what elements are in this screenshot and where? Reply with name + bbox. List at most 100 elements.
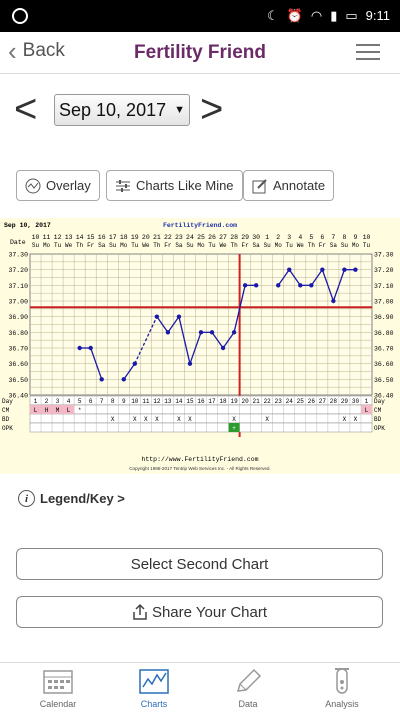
cycle-day-label: 4 (67, 398, 71, 405)
tab-calendar[interactable]: Calendar (8, 663, 108, 712)
date-tick-label: 24 (186, 234, 194, 241)
share-chart-button[interactable]: Share Your Chart (16, 596, 383, 628)
date-row-label: Date (10, 239, 26, 246)
date-tick-label: 19 (131, 234, 139, 241)
select-second-chart-label: Select Second Chart (130, 555, 269, 573)
y-tick-label-left: 36.70 (8, 346, 28, 353)
row-label-cm: CM (2, 407, 10, 414)
share-icon (133, 603, 147, 620)
y-tick-label-left: 36.60 (8, 361, 28, 368)
temp-point (353, 267, 358, 272)
weekday-tick-label: We (142, 242, 150, 249)
weekday-tick-label: Mo (197, 242, 205, 249)
menu-icon[interactable] (356, 44, 380, 60)
y-tick-label-left: 36.50 (8, 377, 28, 384)
cycle-day-label: 13 (164, 398, 172, 405)
date-tick-label: 10 (363, 234, 371, 241)
pencil-icon (236, 668, 262, 692)
prev-date-button[interactable]: < (14, 89, 37, 129)
next-date-button[interactable]: > (200, 89, 223, 129)
weekday-tick-label: Tu (54, 242, 62, 249)
cycle-day-label: 15 (186, 398, 194, 405)
cm-value: L (67, 407, 71, 414)
date-tick-label: 16 (98, 234, 106, 241)
y-tick-label-right: 36.60 (374, 361, 394, 368)
chart-site-label: FertilityFriend.com (163, 222, 237, 229)
cm-value: H (45, 407, 49, 414)
date-tick-label: 20 (142, 234, 150, 241)
row-label-opk: OPK (2, 425, 13, 432)
temp-point (220, 345, 226, 351)
weekday-tick-label: Su (341, 242, 349, 249)
y-tick-label-right: 36.70 (374, 346, 394, 353)
legend-label: Legend/Key > (40, 491, 125, 506)
cycle-day-label: 25 (297, 398, 305, 405)
weekday-tick-label: Th (153, 242, 161, 249)
share-chart-label: Share Your Chart (151, 603, 268, 621)
temp-point (77, 345, 82, 351)
page-title: Fertility Friend (134, 42, 266, 63)
weekday-tick-label: Su (186, 242, 194, 249)
info-icon: i (18, 490, 35, 507)
date-tick-label: 12 (54, 234, 62, 241)
bd-mark: X (144, 416, 148, 423)
tab-data-label: Data (238, 699, 258, 709)
weekday-tick-label: Fr (87, 242, 95, 249)
select-second-chart-button[interactable]: Select Second Chart (16, 548, 383, 580)
weekday-tick-label: Fr (242, 242, 250, 249)
cycle-day-label: 24 (286, 398, 294, 405)
bd-mark: X (343, 416, 347, 423)
weekday-tick-label: We (65, 242, 73, 249)
date-tick-label: 23 (175, 234, 183, 241)
y-tick-label-left: 37.00 (8, 299, 28, 306)
weekday-tick-label: Tu (208, 242, 216, 249)
dropdown-arrow-icon: ▼ (174, 104, 185, 116)
cycle-day-label: 14 (175, 398, 183, 405)
temp-point (342, 267, 347, 272)
temp-point (88, 345, 93, 351)
signal-icon: ▮ (330, 8, 338, 23)
test-tube-icon (335, 668, 349, 694)
wifi-icon: ◠ (310, 8, 323, 23)
annotate-button[interactable]: Annotate (243, 170, 335, 201)
cycle-day-label: 22 (264, 398, 272, 405)
cycle-day-label: 21 (253, 398, 261, 405)
date-tick-label: 8 (342, 234, 346, 241)
date-tick-label: 27 (219, 234, 227, 241)
calendar-icon (43, 670, 73, 694)
bbt-chart[interactable]: Sep 10, 2017 FertilityFriend.com Date 10 Su 1… (0, 218, 400, 474)
weekday-tick-label: Th (308, 242, 316, 249)
date-tick-label: 13 (65, 234, 73, 241)
date-tick-label: 21 (153, 234, 161, 241)
weekday-tick-label: Mo (120, 242, 128, 249)
weekday-tick-label: Su (264, 242, 272, 249)
overlay-button[interactable]: Overlay (16, 170, 100, 201)
cm-value: L (365, 407, 369, 414)
bd-mark: X (133, 416, 137, 423)
date-tick-label: 4 (298, 234, 302, 241)
cycle-day-label: 20 (242, 398, 250, 405)
weekday-tick-label: We (219, 242, 227, 249)
row-label-day: Day (2, 398, 13, 405)
tab-analysis[interactable]: Analysis (292, 663, 392, 712)
date-tick-label: 3 (287, 234, 291, 241)
y-tick-label-right: 37.20 (374, 267, 394, 274)
row-label-right-opk: OPK (374, 425, 385, 432)
date-tick-label: 30 (252, 234, 260, 241)
y-tick-label-right: 37.30 (374, 252, 394, 259)
legend-link[interactable]: i Legend/Key > (18, 490, 125, 507)
cycle-day-label: 7 (100, 398, 104, 405)
tab-calendar-label: Calendar (39, 699, 77, 709)
cycle-day-label: 12 (153, 398, 161, 405)
chart-icon (139, 669, 169, 694)
overlay-icon (25, 178, 41, 193)
tab-charts[interactable]: Charts (104, 663, 204, 712)
cm-value: * (78, 407, 82, 414)
temp-point (187, 361, 193, 366)
date-tick-label: 6 (320, 234, 324, 241)
charts-like-mine-button[interactable]: Charts Like Mine (106, 170, 243, 201)
tab-data[interactable]: Data (198, 663, 298, 712)
y-tick-label-right: 37.10 (374, 283, 394, 290)
y-tick-label-right: 37.00 (374, 299, 394, 306)
date-dropdown[interactable]: Sep 10, 2017 ▼ (54, 94, 190, 126)
